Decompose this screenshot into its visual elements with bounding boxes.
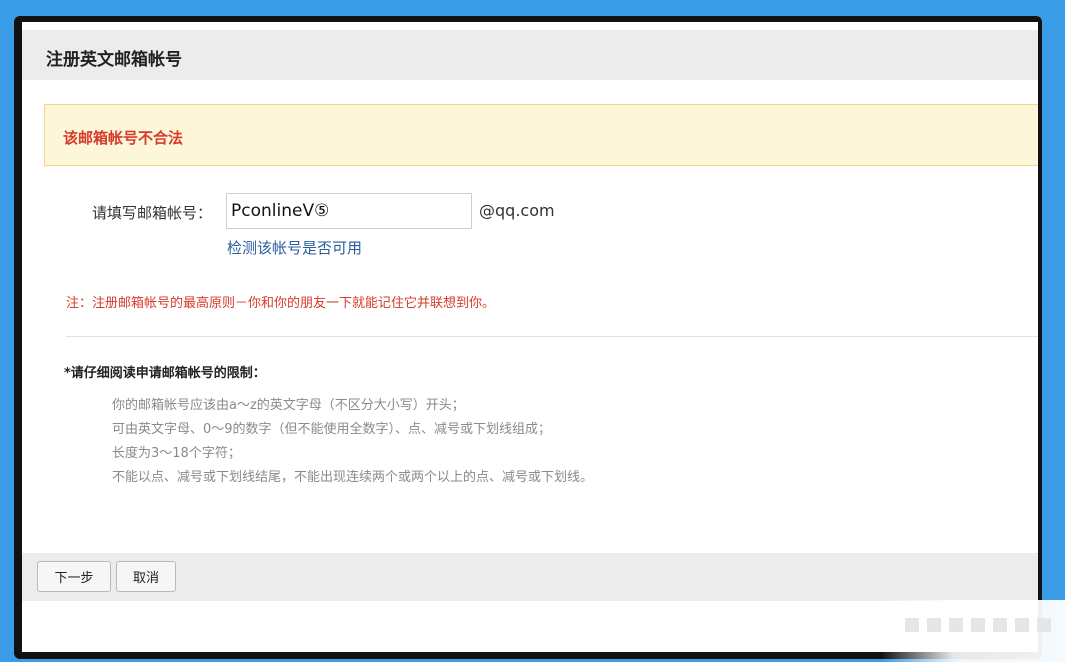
watermark-block bbox=[1037, 618, 1051, 632]
watermark-block bbox=[971, 618, 985, 632]
error-alert: 该邮箱帐号不合法 bbox=[44, 104, 1038, 166]
email-account-input[interactable] bbox=[226, 193, 472, 229]
rule-item: 不能以点、减号或下划线结尾，不能出现连续两个或两个以上的点、减号或下划线。 bbox=[112, 470, 594, 485]
next-step-button[interactable]: 下一步 bbox=[37, 561, 111, 592]
dialog-title: 注册英文邮箱帐号 bbox=[46, 50, 182, 70]
watermark-block bbox=[949, 618, 963, 632]
error-alert-text: 该邮箱帐号不合法 bbox=[63, 129, 184, 147]
register-dialog: 注册英文邮箱帐号 该邮箱帐号不合法 请填写邮箱帐号： @qq.com 检测该帐号… bbox=[22, 22, 1038, 652]
watermark-block bbox=[993, 618, 1007, 632]
watermark-block bbox=[1015, 618, 1029, 632]
naming-tip-note: 注：注册邮箱帐号的最高原则－你和你的朋友一下就能记住它并联想到你。 bbox=[66, 296, 496, 311]
email-field-label: 请填写邮箱帐号： bbox=[92, 204, 213, 222]
divider bbox=[66, 336, 1038, 337]
cancel-button[interactable]: 取消 bbox=[116, 561, 176, 592]
watermark-block bbox=[927, 618, 941, 632]
rule-item: 可由英文字母、0～9的数字（但不能使用全数字）、点、减号或下划线组成； bbox=[112, 422, 552, 437]
rule-item: 长度为3～18个字符； bbox=[112, 446, 241, 461]
rule-item: 你的邮箱帐号应该由a～z的英文字母（不区分大小写）开头； bbox=[112, 398, 465, 413]
dialog-footer: 下一步 取消 bbox=[22, 553, 1038, 601]
rules-list: 你的邮箱帐号应该由a～z的英文字母（不区分大小写）开头； 可由英文字母、0～9的… bbox=[112, 394, 593, 490]
watermark-block bbox=[905, 618, 919, 632]
dialog-header: 注册英文邮箱帐号 bbox=[22, 30, 1038, 80]
email-domain-suffix: @qq.com bbox=[479, 201, 555, 220]
rules-heading: *请仔细阅读申请邮箱帐号的限制： bbox=[64, 366, 266, 381]
check-availability-link[interactable]: 检测该帐号是否可用 bbox=[227, 237, 362, 258]
